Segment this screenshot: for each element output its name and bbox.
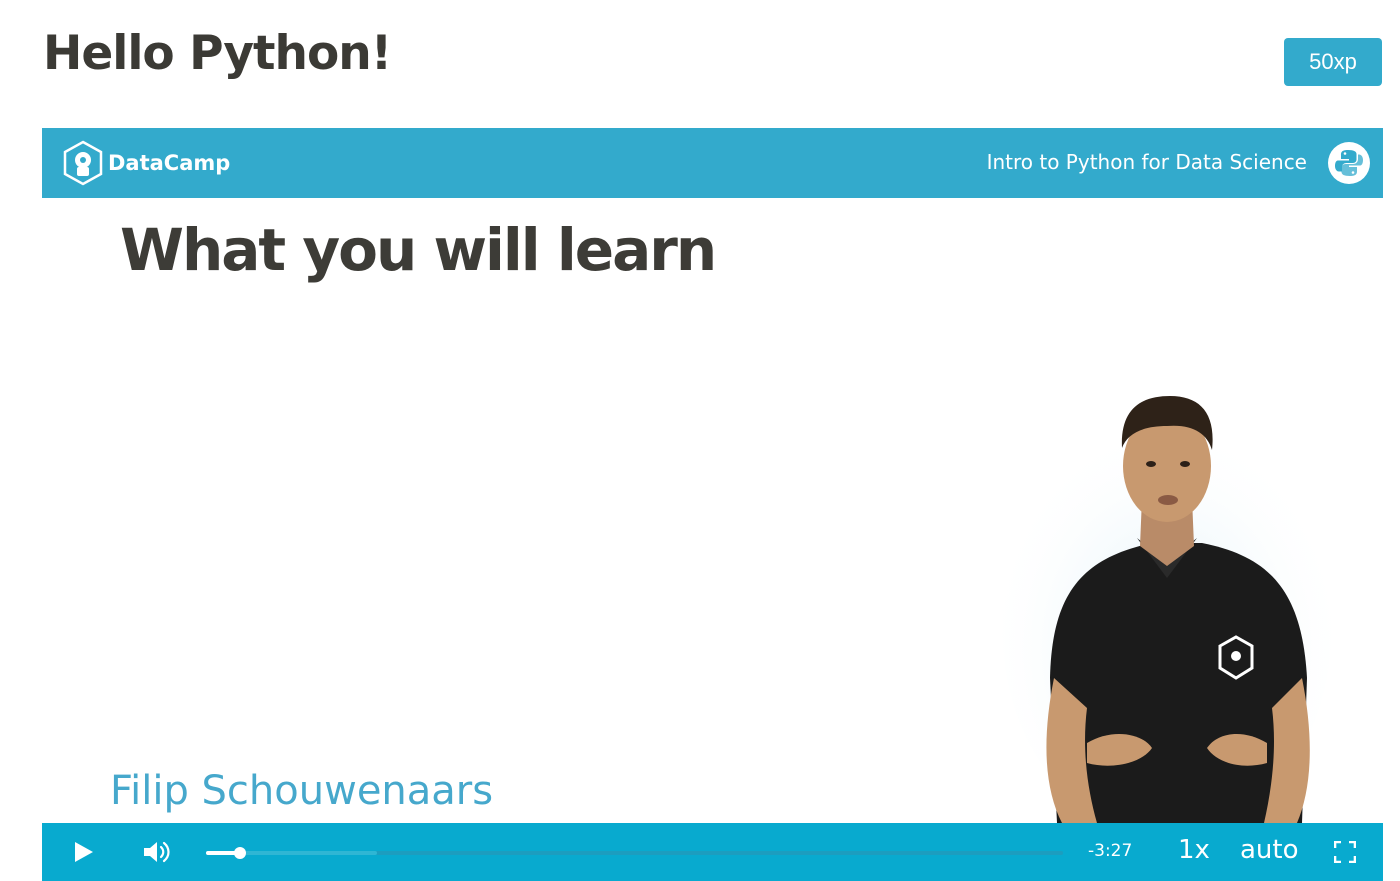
course-title: Intro to Python for Data Science	[986, 150, 1307, 174]
fullscreen-icon[interactable]	[1334, 841, 1356, 863]
brand-name: DataCamp	[108, 151, 231, 175]
progress-scrubber-handle[interactable]	[234, 847, 247, 859]
datacamp-logo-icon	[63, 140, 103, 186]
video-controls: -3:27 1x auto	[42, 823, 1383, 881]
video-player[interactable]: DataCamp Intro to Python for Data Scienc…	[42, 128, 1383, 881]
presenter-video-image	[1002, 396, 1332, 823]
slide-heading: What you will learn	[120, 216, 717, 284]
playback-speed-button[interactable]: 1x	[1178, 835, 1210, 865]
progress-bar[interactable]	[206, 847, 1063, 859]
volume-icon[interactable]	[142, 839, 172, 865]
play-button[interactable]	[72, 841, 94, 863]
quality-button[interactable]: auto	[1240, 835, 1299, 865]
python-logo-icon	[1328, 142, 1370, 184]
presenter-name: Filip Schouwenaars	[110, 768, 494, 814]
xp-badge: 50xp	[1284, 38, 1382, 86]
brand: DataCamp	[62, 140, 230, 186]
page-title: Hello Python!	[43, 26, 392, 81]
slide-header: DataCamp Intro to Python for Data Scienc…	[42, 128, 1383, 198]
time-remaining: -3:27	[1088, 841, 1133, 861]
